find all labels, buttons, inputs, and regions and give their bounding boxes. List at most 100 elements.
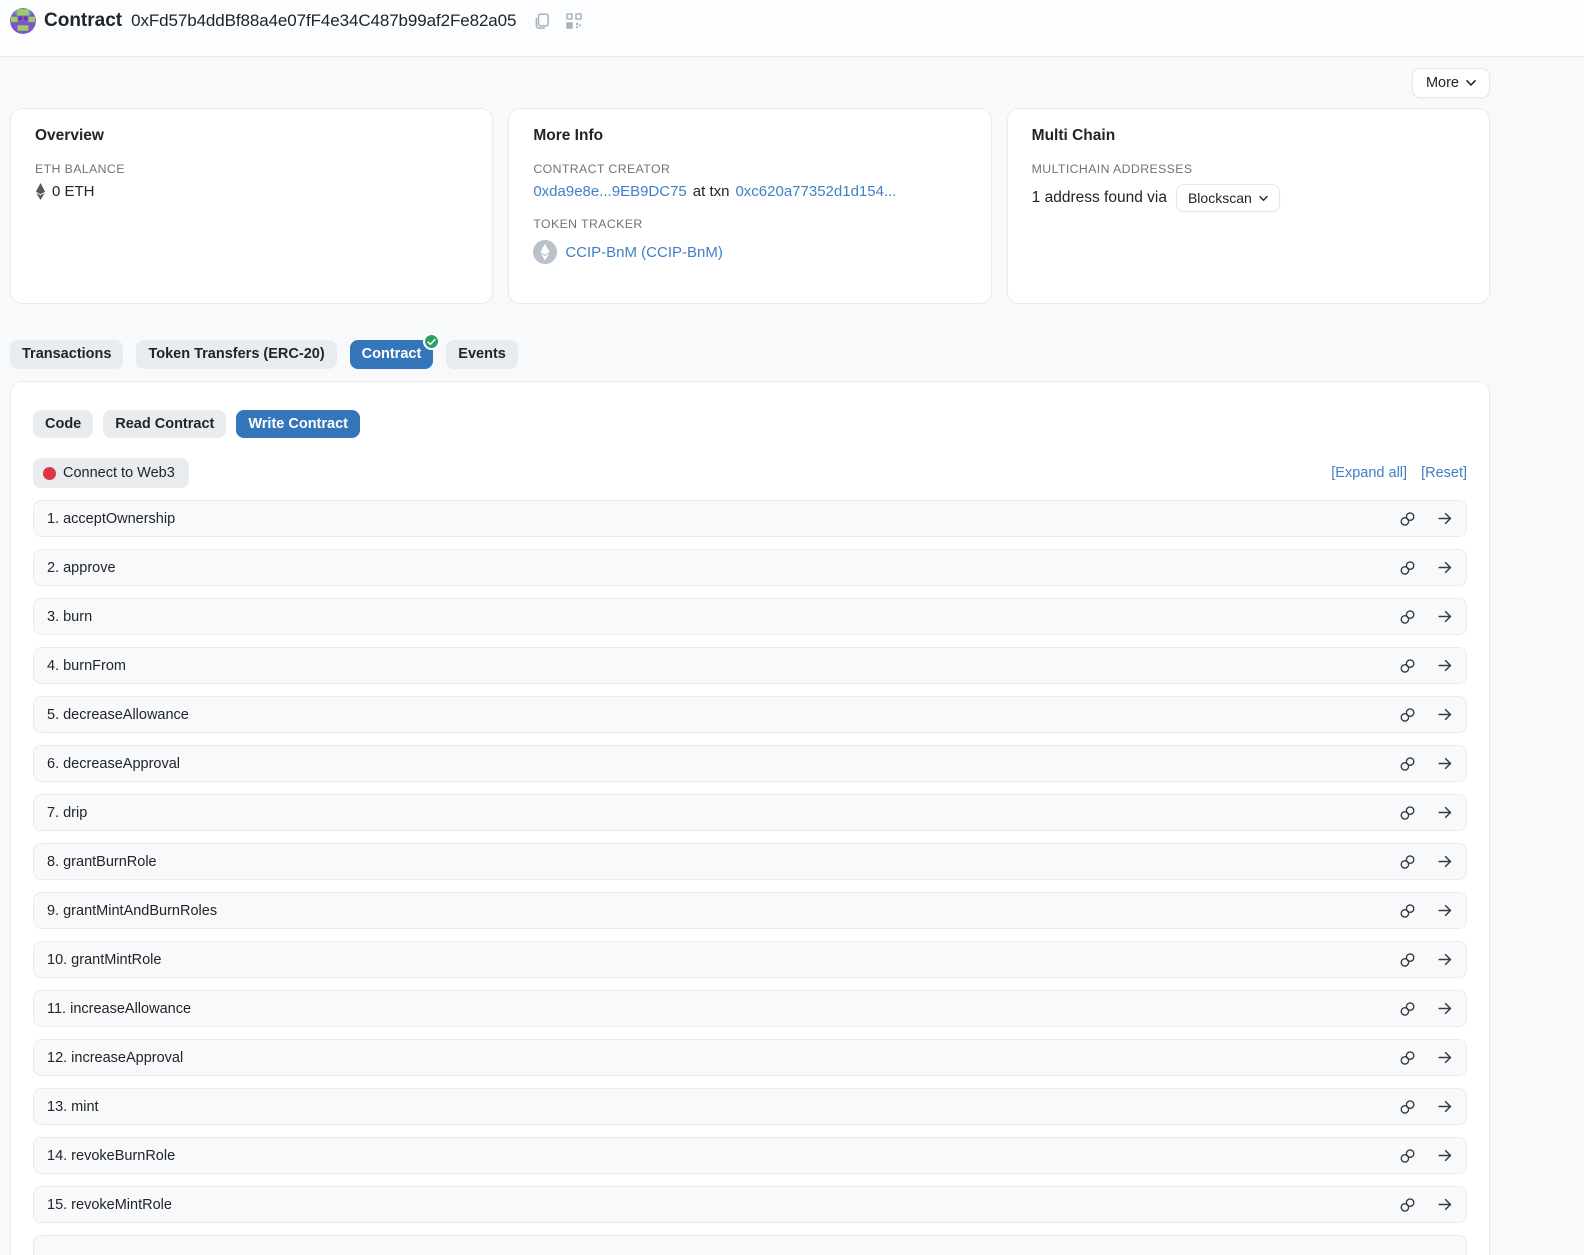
arrow-right-icon[interactable] bbox=[1437, 903, 1453, 918]
expand-all-link[interactable]: [Expand all] bbox=[1331, 465, 1407, 481]
function-row[interactable]: 10. grantMintRole bbox=[33, 941, 1467, 978]
function-name: 13. mint bbox=[47, 1099, 1399, 1115]
function-row[interactable]: 6. decreaseApproval bbox=[33, 745, 1467, 782]
permalink-icon[interactable] bbox=[1399, 1197, 1416, 1213]
function-row[interactable]: 9. grantMintAndBurnRoles bbox=[33, 892, 1467, 929]
permalink-icon[interactable] bbox=[1399, 658, 1416, 674]
more-info-card: More Info CONTRACT CREATOR 0xda9e8e...9E… bbox=[508, 108, 991, 304]
function-name: 5. decreaseAllowance bbox=[47, 707, 1399, 723]
function-row[interactable]: 12. increaseApproval bbox=[33, 1039, 1467, 1076]
copy-address-icon[interactable] bbox=[533, 13, 550, 30]
arrow-right-icon[interactable] bbox=[1437, 511, 1453, 526]
ethereum-diamond-icon bbox=[35, 183, 46, 200]
function-row[interactable]: 5. decreaseAllowance bbox=[33, 696, 1467, 733]
token-tracker-link[interactable]: CCIP-BnM (CCIP-BnM) bbox=[565, 244, 723, 261]
overview-card: Overview ETH BALANCE 0 ETH bbox=[10, 108, 493, 304]
arrow-right-icon[interactable] bbox=[1437, 1050, 1453, 1065]
permalink-icon[interactable] bbox=[1399, 805, 1416, 821]
permalink-icon[interactable] bbox=[1399, 756, 1416, 772]
write-contract-toolbar: Connect to Web3 [Expand all] [Reset] bbox=[33, 458, 1467, 488]
function-name: 8. grantBurnRole bbox=[47, 854, 1399, 870]
page-header: Contract 0xFd57b4ddBf88a4e07fF4e34C487b9… bbox=[0, 0, 1584, 57]
multichain-card-title: Multi Chain bbox=[1032, 127, 1465, 145]
function-row[interactable]: 3. burn bbox=[33, 598, 1467, 635]
permalink-icon[interactable] bbox=[1399, 1050, 1416, 1066]
connect-to-web3-label: Connect to Web3 bbox=[63, 465, 175, 481]
permalink-icon[interactable] bbox=[1399, 952, 1416, 968]
permalink-icon[interactable] bbox=[1399, 609, 1416, 625]
function-name: 1. acceptOwnership bbox=[47, 511, 1399, 527]
function-name: 6. decreaseApproval bbox=[47, 756, 1399, 772]
arrow-right-icon[interactable] bbox=[1437, 658, 1453, 673]
arrow-right-icon[interactable] bbox=[1437, 952, 1453, 967]
tab-transactions[interactable]: Transactions bbox=[10, 340, 123, 369]
function-row-partial[interactable] bbox=[33, 1235, 1467, 1255]
chevron-down-icon bbox=[1259, 195, 1268, 202]
permalink-icon[interactable] bbox=[1399, 511, 1416, 527]
contract-creator-label: CONTRACT CREATOR bbox=[533, 162, 966, 176]
function-name: 15. revokeMintRole bbox=[47, 1197, 1399, 1213]
function-row[interactable]: 4. burnFrom bbox=[33, 647, 1467, 684]
blockscan-dropdown[interactable]: Blockscan bbox=[1176, 184, 1280, 212]
function-name: 2. approve bbox=[47, 560, 1399, 576]
tab-contract-label: Contract bbox=[362, 347, 422, 362]
multichain-card: Multi Chain MULTICHAIN ADDRESSES 1 addre… bbox=[1007, 108, 1490, 304]
creator-address-link[interactable]: 0xda9e8e...9EB9DC75 bbox=[533, 183, 686, 200]
arrow-right-icon[interactable] bbox=[1437, 1001, 1453, 1016]
subtab-code[interactable]: Code bbox=[33, 410, 93, 439]
tab-contract[interactable]: Contract bbox=[350, 340, 434, 369]
arrow-right-icon[interactable] bbox=[1437, 707, 1453, 722]
function-row[interactable]: 13. mint bbox=[33, 1088, 1467, 1125]
more-info-card-title: More Info bbox=[533, 127, 966, 145]
arrow-right-icon[interactable] bbox=[1437, 1197, 1453, 1212]
arrow-right-icon[interactable] bbox=[1437, 1099, 1453, 1114]
page-title: Contract bbox=[44, 10, 122, 32]
arrow-right-icon[interactable] bbox=[1437, 560, 1453, 575]
subtab-read-contract[interactable]: Read Contract bbox=[103, 410, 226, 439]
function-name: 7. drip bbox=[47, 805, 1399, 821]
connect-to-web3-button[interactable]: Connect to Web3 bbox=[33, 458, 189, 488]
reset-link[interactable]: [Reset] bbox=[1421, 465, 1467, 481]
arrow-right-icon[interactable] bbox=[1437, 854, 1453, 869]
function-name: 10. grantMintRole bbox=[47, 952, 1399, 968]
permalink-icon[interactable] bbox=[1399, 1099, 1416, 1115]
contract-panel: Code Read Contract Write Contract Connec… bbox=[10, 381, 1490, 1255]
function-name: 11. increaseAllowance bbox=[47, 1001, 1399, 1017]
arrow-right-icon[interactable] bbox=[1437, 609, 1453, 624]
function-row[interactable]: 2. approve bbox=[33, 549, 1467, 586]
function-name: 4. burnFrom bbox=[47, 658, 1399, 674]
arrow-right-icon[interactable] bbox=[1437, 1148, 1453, 1163]
subtab-write-contract[interactable]: Write Contract bbox=[236, 410, 360, 439]
qr-code-icon[interactable] bbox=[566, 13, 582, 29]
permalink-icon[interactable] bbox=[1399, 854, 1416, 870]
contract-avatar-identicon-icon bbox=[10, 8, 36, 34]
token-logo-icon bbox=[533, 240, 557, 264]
function-row[interactable]: 14. revokeBurnRole bbox=[33, 1137, 1467, 1174]
more-dropdown-button[interactable]: More bbox=[1412, 68, 1490, 98]
address-tabs: Transactions Token Transfers (ERC-20) Co… bbox=[10, 340, 1490, 369]
function-row[interactable]: 11. increaseAllowance bbox=[33, 990, 1467, 1027]
tab-token-transfers[interactable]: Token Transfers (ERC-20) bbox=[136, 340, 336, 369]
functions-list: 1. acceptOwnership 2. approve bbox=[33, 500, 1467, 1255]
multichain-addresses-label: MULTICHAIN ADDRESSES bbox=[1032, 162, 1465, 176]
function-name: 3. burn bbox=[47, 609, 1399, 625]
function-row[interactable]: 8. grantBurnRole bbox=[33, 843, 1467, 880]
actions-row: More bbox=[10, 68, 1490, 98]
more-button-label: More bbox=[1426, 75, 1459, 91]
creator-connector-text: at txn bbox=[693, 183, 730, 200]
function-row[interactable]: 15. revokeMintRole bbox=[33, 1186, 1467, 1223]
permalink-icon[interactable] bbox=[1399, 707, 1416, 723]
arrow-right-icon[interactable] bbox=[1437, 805, 1453, 820]
creator-txn-link[interactable]: 0xc620a77352d1d154... bbox=[735, 183, 896, 200]
chevron-down-icon bbox=[1466, 79, 1476, 87]
permalink-icon[interactable] bbox=[1399, 1001, 1416, 1017]
permalink-icon[interactable] bbox=[1399, 1148, 1416, 1164]
function-row[interactable]: 7. drip bbox=[33, 794, 1467, 831]
arrow-right-icon[interactable] bbox=[1437, 756, 1453, 771]
function-name: 9. grantMintAndBurnRoles bbox=[47, 903, 1399, 919]
tab-events[interactable]: Events bbox=[446, 340, 518, 369]
permalink-icon[interactable] bbox=[1399, 903, 1416, 919]
permalink-icon[interactable] bbox=[1399, 560, 1416, 576]
multichain-count-text: 1 address found via bbox=[1032, 189, 1167, 207]
function-row[interactable]: 1. acceptOwnership bbox=[33, 500, 1467, 537]
